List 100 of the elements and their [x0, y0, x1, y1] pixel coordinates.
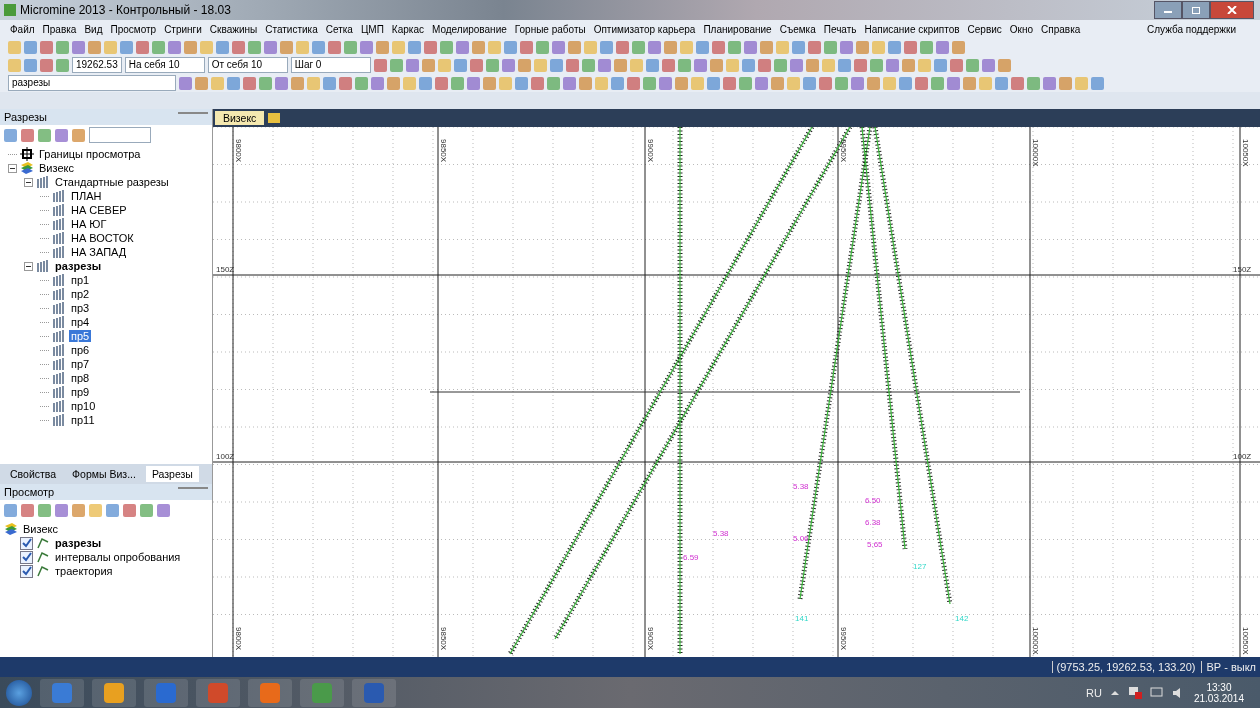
toolbar-icon[interactable]: [8, 58, 21, 72]
toolbar-icon[interactable]: [56, 40, 69, 54]
toolbar-icon[interactable]: [392, 40, 405, 54]
toolbar-icon[interactable]: [72, 128, 85, 142]
toolbar-icon[interactable]: [424, 40, 437, 54]
toolbar-icon[interactable]: [184, 40, 197, 54]
toolbar-icon[interactable]: [643, 76, 656, 90]
toolbar-icon[interactable]: [917, 58, 931, 72]
toolbar-icon[interactable]: [106, 503, 119, 517]
menu-item[interactable]: Оптимизатор карьера: [589, 23, 700, 35]
toolbar-icon[interactable]: [195, 76, 208, 90]
menu-item[interactable]: ЦМП: [356, 23, 388, 35]
menu-item[interactable]: Стринги: [160, 23, 206, 35]
toolbar-icon[interactable]: [981, 58, 995, 72]
tree-item[interactable]: пр10: [69, 400, 98, 412]
toolbar-icon[interactable]: [499, 76, 512, 90]
toolbar-icon[interactable]: [808, 40, 821, 54]
toolbar-icon[interactable]: [469, 58, 483, 72]
toolbar-icon[interactable]: [89, 503, 102, 517]
toolbar-icon[interactable]: [408, 40, 421, 54]
tree-item[interactable]: Визекс: [21, 523, 60, 535]
collapse-icon[interactable]: [24, 261, 33, 271]
toolbar-icon[interactable]: [771, 76, 784, 90]
toolbar-icon[interactable]: [995, 76, 1008, 90]
toolbar-icon[interactable]: [837, 58, 851, 72]
toolbar-icon[interactable]: [597, 58, 611, 72]
toolbar-icon[interactable]: [963, 76, 976, 90]
tree-item[interactable]: НА ЮГ: [69, 218, 109, 230]
toolbar-icon[interactable]: [712, 40, 725, 54]
toolbar-icon[interactable]: [803, 76, 816, 90]
toolbar-icon[interactable]: [1027, 76, 1040, 90]
toolbar-icon[interactable]: [933, 58, 947, 72]
toolbar-icon[interactable]: [819, 76, 832, 90]
toolbar-icon[interactable]: [883, 76, 896, 90]
language-indicator[interactable]: RU: [1086, 686, 1102, 699]
toolbar-icon[interactable]: [140, 503, 153, 517]
clock-date[interactable]: 21.03.2014: [1193, 692, 1244, 704]
toolbar-icon[interactable]: [1059, 76, 1072, 90]
tree-item[interactable]: пр5: [69, 330, 92, 342]
menu-item[interactable]: Справка: [1037, 23, 1085, 35]
minimize-button[interactable]: [1154, 1, 1182, 19]
toolbar-icon[interactable]: [901, 58, 915, 72]
toolbar-icon[interactable]: [949, 58, 963, 72]
tree-item[interactable]: пр6: [69, 344, 92, 356]
toolbar-icon[interactable]: [533, 58, 547, 72]
toolbar-icon[interactable]: [123, 503, 136, 517]
toolbar-icon[interactable]: [584, 40, 597, 54]
toolbar-icon[interactable]: [227, 76, 240, 90]
taskbar-app-icon[interactable]: [196, 678, 240, 707]
document-tab[interactable]: Визекс: [215, 111, 265, 125]
toolbar-icon[interactable]: [483, 76, 496, 90]
toolbar-icon[interactable]: [21, 128, 34, 142]
menu-item[interactable]: Съемка: [775, 23, 820, 35]
toolbar-icon[interactable]: [264, 40, 277, 54]
toolbar-icon[interactable]: [840, 40, 853, 54]
toolbar-icon[interactable]: [376, 40, 389, 54]
clock-time[interactable]: 13:30: [1206, 681, 1232, 693]
toolbar-icon[interactable]: [997, 58, 1011, 72]
toolbar-icon[interactable]: [787, 76, 800, 90]
taskbar-app-icon[interactable]: [92, 678, 136, 707]
layer-checkbox[interactable]: [20, 550, 33, 564]
toolbar-icon[interactable]: [675, 76, 688, 90]
toolbar-icon[interactable]: [21, 503, 34, 517]
toolbar-icon[interactable]: [728, 40, 741, 54]
toolbar-icon[interactable]: [72, 40, 85, 54]
toolbar-icon[interactable]: [629, 58, 643, 72]
toolbar-icon[interactable]: [515, 76, 528, 90]
tree-item[interactable]: НА ВОСТОК: [69, 232, 136, 244]
toolbar-icon[interactable]: [8, 40, 21, 54]
taskbar-app-icon[interactable]: [300, 678, 344, 707]
toolbar-icon[interactable]: [55, 503, 68, 517]
toolbar-icon[interactable]: [744, 40, 757, 54]
close-button[interactable]: [1210, 1, 1254, 19]
tree-item[interactable]: пр3: [69, 302, 92, 314]
toolbar-icon[interactable]: [157, 503, 170, 517]
menu-item[interactable]: Моделирование: [427, 23, 511, 35]
toolbar-icon[interactable]: [936, 40, 949, 54]
toolbar-icon[interactable]: [885, 58, 899, 72]
toolbar-icon[interactable]: [355, 76, 368, 90]
tree-item[interactable]: пр11: [69, 414, 97, 426]
toolbar-icon[interactable]: [453, 58, 467, 72]
tree-item[interactable]: пр4: [69, 316, 92, 328]
menu-item[interactable]: Печать: [819, 23, 861, 35]
toolbar-icon[interactable]: [851, 76, 864, 90]
coordinate-field[interactable]: 19262.53: [72, 57, 122, 73]
menu-item[interactable]: Сервис: [963, 23, 1006, 35]
toolbar-icon[interactable]: [216, 40, 229, 54]
toolbar-icon[interactable]: [773, 58, 787, 72]
toolbar-icon[interactable]: [373, 58, 387, 72]
toolbar-icon[interactable]: [419, 76, 432, 90]
toolbar-icon[interactable]: [371, 76, 384, 90]
toolbar-icon[interactable]: [4, 503, 17, 517]
toolbar-icon[interactable]: [339, 76, 352, 90]
toolbar-icon[interactable]: [531, 76, 544, 90]
toolbar-icon[interactable]: [275, 76, 288, 90]
panel-tab[interactable]: Свойства: [4, 466, 63, 482]
toolbar-icon[interactable]: [232, 40, 245, 54]
collapse-icon[interactable]: [24, 177, 33, 187]
toolbar-icon[interactable]: [869, 58, 883, 72]
toolbar-icon[interactable]: [307, 76, 320, 90]
